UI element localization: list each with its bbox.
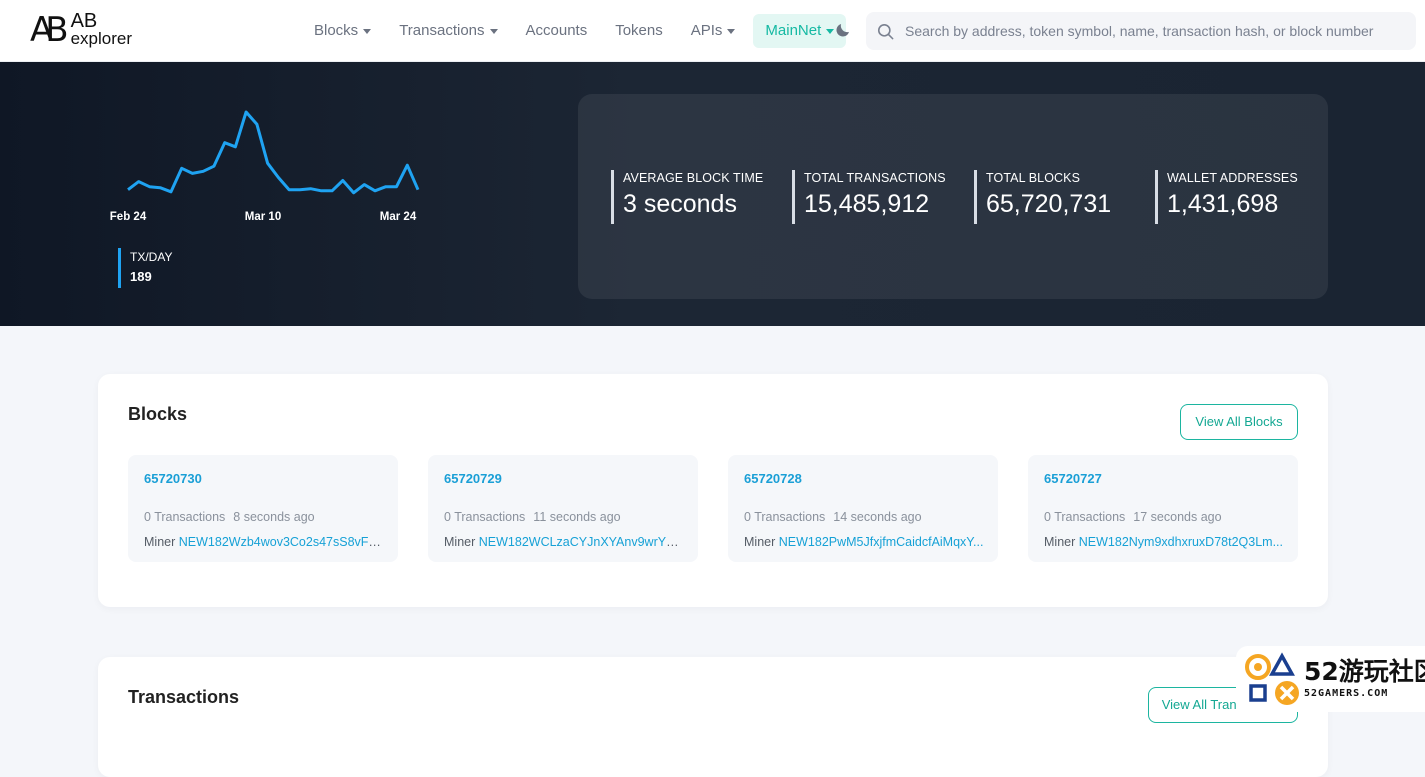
block-tx-count: 0 Transactions xyxy=(1044,510,1126,524)
block-card[interactable]: 65720730 0 Transactions 8 seconds ago Min… xyxy=(128,455,398,562)
x-tick-label: Mar 24 xyxy=(380,211,417,223)
nav-tokens[interactable]: Tokens xyxy=(601,14,677,48)
logo-line-2: explorer xyxy=(70,29,133,48)
stat-value: 15,485,912 xyxy=(804,190,930,218)
miner-address-link[interactable]: NEW182PwM5JfxjfmCaidcfAiMqxY... xyxy=(779,535,984,549)
x-tick-label: Feb 24 xyxy=(110,211,147,223)
tx-per-day-stat: TX/DAY 189 xyxy=(118,248,172,288)
stat-total-transactions: TOTAL TRANSACTIONS 15,485,912 xyxy=(792,170,946,224)
blocks-title: Blocks xyxy=(128,404,188,424)
stat-value: 1,431,698 xyxy=(1167,190,1279,218)
network-stats-panel: AVERAGE BLOCK TIME 3 seconds TOTAL TRANS… xyxy=(578,94,1328,299)
search-box[interactable] xyxy=(866,12,1416,50)
nav-apis-dropdown[interactable]: APIs xyxy=(677,14,750,48)
main-nav: Blocks Transactions Accounts Tokens APIs… xyxy=(300,14,847,48)
block-miner: Miner NEW182Nym9xdhxruxD78t2Q3Lm... xyxy=(1044,535,1284,549)
nav-apis-label: APIs xyxy=(690,22,723,39)
block-meta: 0 Transactions 14 seconds ago xyxy=(744,510,922,524)
miner-label: Miner xyxy=(444,535,476,549)
miner-address-link[interactable]: NEW182WCLzaCYJnXYAnv9wrYUp... xyxy=(479,535,684,549)
block-card[interactable]: 65720728 0 Transactions 14 seconds ago Mi… xyxy=(728,455,998,562)
stat-average-block-time: AVERAGE BLOCK TIME 3 seconds xyxy=(611,170,763,224)
block-tx-count: 0 Transactions xyxy=(144,510,226,524)
chevron-down-icon xyxy=(727,28,736,34)
search-input[interactable] xyxy=(905,23,1385,39)
block-number-link[interactable]: 65720730 xyxy=(144,471,202,486)
block-number-link[interactable]: 65720727 xyxy=(1044,471,1102,486)
block-number-link[interactable]: 65720729 xyxy=(444,471,502,486)
nav-blocks-label: Blocks xyxy=(314,22,359,39)
stat-total-blocks: TOTAL BLOCKS 65,720,731 xyxy=(974,170,1111,224)
block-miner: Miner NEW182PwM5JfxjfmCaidcfAiMqxY... xyxy=(744,535,984,549)
stat-wallet-addresses: WALLET ADDRESSES 1,431,698 xyxy=(1155,170,1298,224)
logo-line-1: AB xyxy=(70,10,98,32)
block-meta: 0 Transactions 17 seconds ago xyxy=(1044,510,1222,524)
block-miner: Miner NEW182Wzb4wov3Co2s47sS8vFR... xyxy=(144,535,384,549)
tx-per-day-label: TX/DAY xyxy=(130,250,173,264)
search-icon xyxy=(877,23,894,39)
nav-transactions-label: Transactions xyxy=(399,22,485,39)
view-all-blocks-button[interactable]: View All Blocks xyxy=(1180,404,1298,440)
hero-section: Feb 24 Mar 10 Mar 24 TX/DAY 189 AVERAGE BL… xyxy=(0,62,1425,326)
miner-label: Miner xyxy=(744,535,776,549)
tx-per-day-value: 189 xyxy=(130,269,152,284)
block-card[interactable]: 65720727 0 Transactions 17 seconds ago Mi… xyxy=(1028,455,1298,562)
stat-label: WALLET ADDRESSES xyxy=(1167,171,1298,185)
stat-label: TOTAL TRANSACTIONS xyxy=(804,171,946,185)
chevron-down-icon xyxy=(363,28,372,34)
watermark-sub: 52GAMERS.COM xyxy=(1304,688,1389,699)
miner-label: Miner xyxy=(1044,535,1076,549)
logo-mark: AB xyxy=(30,10,68,50)
chevron-down-icon xyxy=(489,28,498,34)
theme-toggle-moon-icon[interactable] xyxy=(834,21,852,39)
block-card[interactable]: 65720729 0 Transactions 11 seconds ago Mi… xyxy=(428,455,698,562)
block-meta: 0 Transactions 8 seconds ago xyxy=(144,510,315,524)
blocks-card: Blocks View All Blocks 65720730 0 Transa… xyxy=(98,374,1328,607)
nav-accounts[interactable]: Accounts xyxy=(512,14,602,48)
stat-value: 65,720,731 xyxy=(986,190,1112,218)
block-age: 14 seconds ago xyxy=(833,510,922,524)
block-number-link[interactable]: 65720728 xyxy=(744,471,802,486)
block-miner: Miner NEW182WCLzaCYJnXYAnv9wrYUp... xyxy=(444,535,684,549)
stat-value: 3 seconds xyxy=(623,190,737,218)
watermark-logo: 52游玩社区 52GAMERS.COM xyxy=(1236,646,1425,712)
stat-label: TOTAL BLOCKS xyxy=(986,171,1081,185)
tx-per-day-chart: Feb 24 Mar 10 Mar 24 xyxy=(110,110,420,223)
block-meta: 0 Transactions 11 seconds ago xyxy=(444,510,621,524)
miner-address-link[interactable]: NEW182Wzb4wov3Co2s47sS8vFR... xyxy=(179,535,384,549)
network-label: MainNet xyxy=(765,22,822,39)
stat-label: AVERAGE BLOCK TIME xyxy=(623,171,764,185)
block-tx-count: 0 Transactions xyxy=(744,510,826,524)
block-age: 8 seconds ago xyxy=(233,510,315,524)
block-age: 17 seconds ago xyxy=(1133,510,1222,524)
logo-text: AB explorer xyxy=(70,10,133,48)
gamepad-symbols-icon xyxy=(1245,652,1299,705)
watermark-brand: 52游玩社区 xyxy=(1304,657,1425,686)
x-tick-label: Mar 10 xyxy=(245,211,281,223)
tx-series-line xyxy=(127,110,420,195)
nav-blocks-dropdown[interactable]: Blocks xyxy=(300,14,385,48)
block-tx-count: 0 Transactions xyxy=(444,510,526,524)
logo[interactable]: AB AB explorer xyxy=(30,10,133,50)
top-navbar: AB AB explorer Blocks Transactions Accou… xyxy=(0,0,1425,62)
transactions-card: Transactions View All Transactions xyxy=(98,657,1328,777)
miner-label: Miner xyxy=(144,535,176,549)
miner-address-link[interactable]: NEW182Nym9xdhxruxD78t2Q3Lm... xyxy=(1079,535,1283,549)
nav-transactions-dropdown[interactable]: Transactions xyxy=(385,14,511,48)
transactions-title: Transactions xyxy=(128,687,240,707)
block-age: 11 seconds ago xyxy=(533,510,621,524)
network-selector[interactable]: MainNet xyxy=(753,14,847,48)
